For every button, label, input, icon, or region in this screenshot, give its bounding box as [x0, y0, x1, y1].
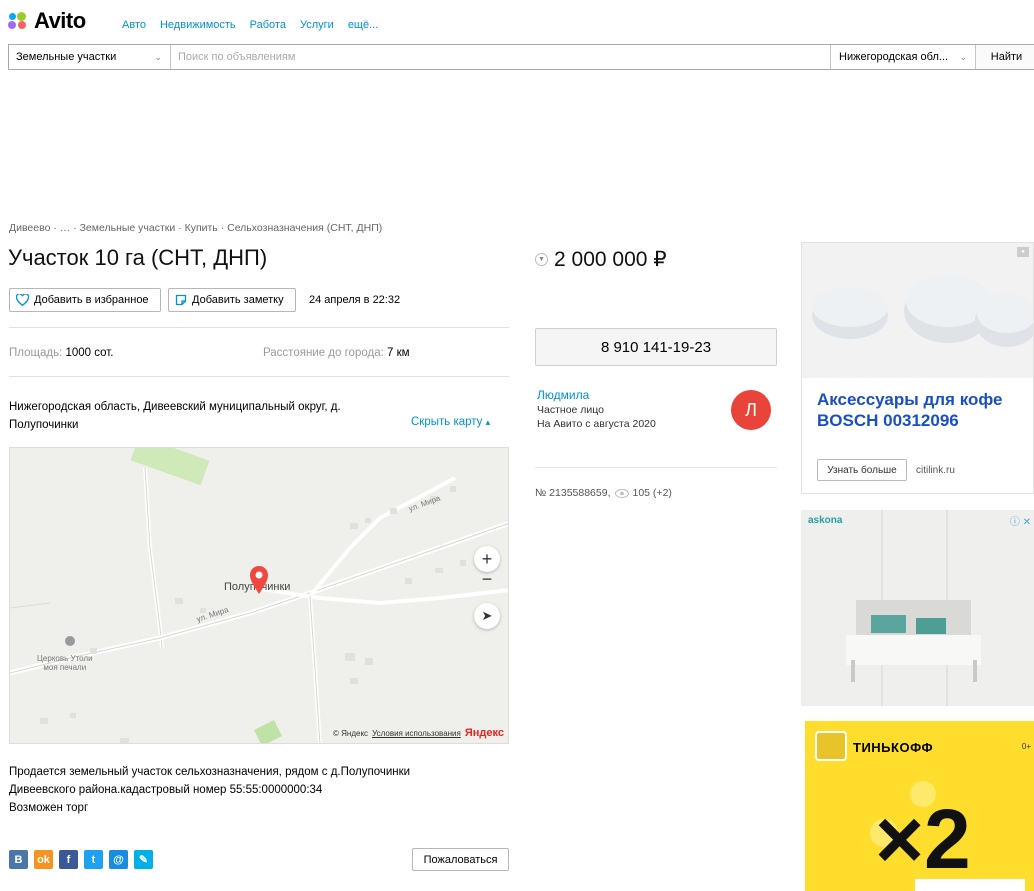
map-copyright-text: © Яндекс [333, 728, 369, 738]
ad-headline: ×2 [875, 792, 971, 886]
divider [535, 467, 777, 468]
twitter-icon[interactable]: t [84, 850, 103, 869]
map-canvas [10, 448, 508, 743]
note-icon [175, 294, 187, 306]
heart-icon [16, 294, 29, 306]
nav-item-auto[interactable]: Авто [122, 19, 146, 31]
hide-map-label: Скрыть карту [411, 416, 483, 428]
address: Нижегородская область, Дивеевский муници… [9, 401, 341, 431]
chevron-down-icon: ⌄ [154, 51, 162, 62]
ad-tag-icon: ● [1017, 247, 1029, 257]
description-line: Продается земельный участок сельхозназна… [9, 766, 411, 778]
seller-name-link[interactable]: Людмила [537, 388, 589, 402]
ad-product-image [802, 243, 1033, 378]
facebook-icon[interactable]: f [59, 850, 78, 869]
phone-button[interactable]: 8 910 141-19-23 [535, 328, 777, 366]
price-value: 2 000 000 ₽ [554, 248, 667, 271]
search-input[interactable]: Поиск по объявлениям [171, 45, 830, 69]
item-number: № 2135588659, [535, 487, 611, 499]
map-pin-icon [250, 566, 268, 594]
askona-logo: askona [808, 515, 843, 526]
description-line: Дивеевского района.кадастровый номер 55:… [9, 784, 323, 796]
ad-title[interactable]: Аксессуары для кофе BOSCH 00312096 [817, 389, 1032, 431]
category-select-value: Земельные участки [16, 51, 117, 63]
nav-item-services[interactable]: Услуги [300, 19, 334, 31]
map-copyright: © Яндекс Условия использования Яндекс [333, 727, 504, 739]
breadcrumb[interactable]: Дивеево · … · Земельные участки · Купить… [9, 222, 382, 234]
mailru-icon[interactable]: @ [109, 850, 128, 869]
region-select[interactable]: Нижегородская обл... ⌄ [830, 45, 975, 69]
odnoklassniki-icon[interactable]: ok [34, 850, 53, 869]
avatar[interactable]: Л [731, 390, 771, 430]
livejournal-icon[interactable]: ✎ [134, 850, 153, 869]
description: Продается земельный участок сельхозназна… [9, 763, 489, 817]
hide-map-link[interactable]: Скрыть карту ▴ [411, 416, 490, 428]
nav-item-jobs[interactable]: Работа [250, 19, 286, 31]
nav-item-more[interactable]: ещё... [348, 19, 378, 31]
ad-banner-citilink[interactable]: ● Аксессуары для кофе BOSCH 00312096 Узн… [801, 242, 1034, 494]
avito-logo[interactable]: Avito [8, 8, 86, 34]
item-info: № 2135588659, 105 (+2) [535, 487, 672, 499]
search-bar: Земельные участки ⌄ Поиск по объявлениям… [8, 44, 1034, 70]
social-share: В ok f t @ ✎ [9, 850, 153, 869]
vk-icon[interactable]: В [9, 850, 28, 869]
navigation-arrow-icon: ➤ [481, 608, 493, 623]
description-line: Возможен торг [9, 802, 89, 814]
chevron-down-icon: ⌄ [959, 51, 967, 62]
param-area-value: 1000 сот. [65, 347, 114, 359]
param-distance: Расстояние до города: 7 км [263, 347, 410, 359]
map[interactable]: ул. Мира ул. Мира Полупочинки Церковь Ут… [9, 447, 509, 744]
logo-text: Avito [34, 8, 86, 33]
page-title: Участок 10 га (СНТ, ДНП) [8, 245, 268, 270]
church-label-line: моя печали [43, 663, 87, 672]
price: ▼ 2 000 000 ₽ [535, 247, 667, 272]
nav-item-realty[interactable]: Недвижимость [160, 19, 236, 31]
category-select[interactable]: Земельные участки ⌄ [9, 45, 171, 69]
podium-shape [915, 879, 1025, 891]
region-select-value: Нижегородская обл... [839, 51, 949, 63]
terms-link[interactable]: Условия использования [372, 729, 461, 738]
param-distance-label: Расстояние до города: [263, 347, 387, 359]
seller-since: На Авито с августа 2020 [537, 418, 656, 430]
param-area: Площадь: 1000 сот. [9, 347, 113, 359]
church-label: Церковь Утоли моя печали [37, 654, 93, 672]
param-distance-value: 7 км [386, 347, 410, 359]
bedroom-image [801, 510, 1034, 706]
publication-date: 24 апреля в 22:32 [309, 294, 401, 306]
chevron-down-icon[interactable]: ▼ [535, 253, 548, 266]
add-to-favorites-label: Добавить в избранное [34, 294, 149, 306]
divider [9, 327, 509, 328]
tinkoff-shield-icon [815, 731, 847, 761]
logo-dots-icon [8, 12, 30, 30]
seller-type: Частное лицо [537, 404, 605, 416]
coffee-tablets-image [812, 275, 1033, 347]
church-label-line: Церковь Утоли [37, 654, 93, 663]
ad-banner-askona[interactable]: askona ⓘ ✕ [801, 510, 1034, 706]
search-button[interactable]: Найти [975, 45, 1034, 69]
add-to-favorites-button[interactable]: Добавить в избранное [9, 288, 161, 312]
learn-more-button[interactable]: Узнать больше [817, 459, 907, 481]
complain-button[interactable]: Пожаловаться [412, 848, 509, 871]
add-note-label: Добавить заметку [192, 294, 284, 306]
zoom-out-button[interactable]: − [474, 566, 500, 592]
add-note-button[interactable]: Добавить заметку [168, 288, 296, 312]
ad-close-icon[interactable]: ⓘ ✕ [1010, 513, 1031, 528]
top-nav: Авто Недвижимость Работа Услуги ещё... [122, 19, 378, 31]
view-count: 105 (+2) [632, 487, 672, 499]
eye-icon [614, 488, 629, 498]
geolocation-button[interactable]: ➤ [474, 603, 500, 629]
divider [9, 376, 509, 377]
yandex-logo[interactable]: Яндекс [465, 727, 504, 739]
param-area-label: Площадь: [9, 347, 66, 359]
ad-domain[interactable]: citilink.ru [916, 465, 955, 476]
ad-banner-tinkoff[interactable]: ТИНЬКОФФ 0+ ×2 [805, 721, 1034, 891]
age-rating: 0+ [1021, 742, 1031, 751]
tinkoff-logo: ТИНЬКОФФ [853, 740, 934, 755]
chevron-up-icon: ▴ [485, 417, 491, 427]
